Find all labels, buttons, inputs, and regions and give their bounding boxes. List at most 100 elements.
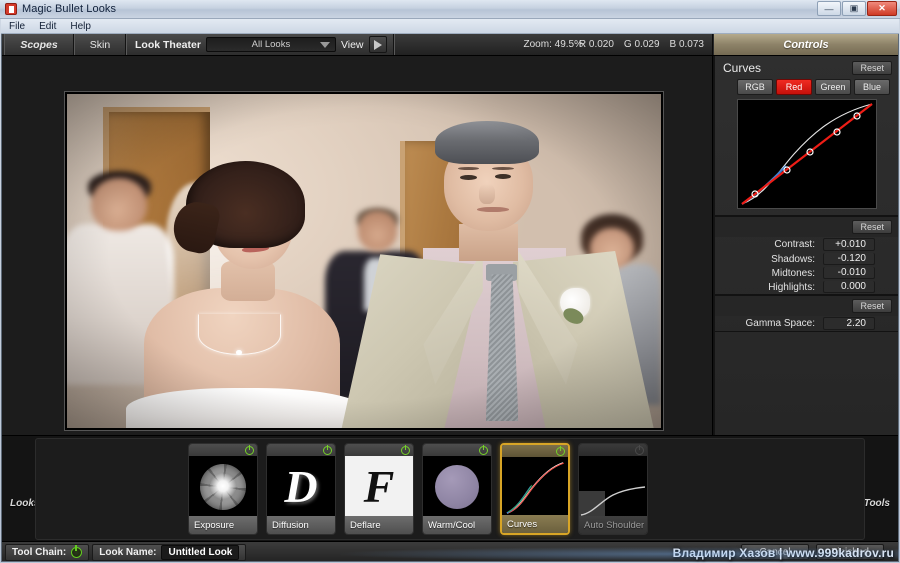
color-circle-icon bbox=[435, 465, 479, 509]
tool-tile-strip: Exposure Subject D bbox=[188, 443, 648, 553]
photo-bride-necklace bbox=[197, 314, 281, 356]
window-titlebar: Magic Bullet Looks — ▣ ✕ bbox=[0, 0, 900, 19]
tab-controls[interactable]: Controls bbox=[713, 34, 898, 55]
curve-editor[interactable] bbox=[736, 99, 877, 209]
preview-pane[interactable] bbox=[2, 56, 713, 435]
menu-bar: File Edit Help bbox=[1, 19, 899, 34]
tool-tile-curves[interactable]: Curves bbox=[500, 443, 570, 535]
power-icon[interactable] bbox=[556, 445, 565, 456]
param-midtones[interactable]: Midtones: -0.010 bbox=[715, 266, 898, 280]
letter-f-icon: F bbox=[363, 461, 395, 512]
param-midtones-value[interactable]: -0.010 bbox=[823, 267, 875, 279]
curve-path-red bbox=[740, 103, 873, 205]
window-controls: — ▣ ✕ bbox=[817, 1, 897, 16]
play-button[interactable] bbox=[368, 36, 387, 53]
tool-tile-warmcool-header bbox=[423, 444, 491, 456]
tool-tile-warmcool-wrap: Warm/Cool Camera bbox=[422, 443, 492, 553]
top-toolbar: Scopes Skin Look Theater All Looks View … bbox=[2, 34, 898, 56]
tool-tile-autoshoulder-thumb bbox=[579, 456, 647, 518]
levels-section: Reset Contrast: +0.010 Shadows: -0.120 M… bbox=[715, 216, 898, 295]
zoom-status-bar: Zoom: 49.5% R 0.020 G 0.029 B 0.073 bbox=[393, 34, 713, 55]
power-icon[interactable] bbox=[401, 444, 410, 455]
param-highlights-value[interactable]: 0.000 bbox=[823, 281, 875, 293]
tool-tile-deflare-label: Deflare bbox=[345, 516, 413, 534]
readout-r: R 0.020 bbox=[578, 39, 614, 50]
tool-tile-deflare[interactable]: F Deflare bbox=[344, 443, 414, 535]
tool-tile-deflare-thumb: F bbox=[345, 456, 413, 518]
photo-groom-brow-right bbox=[492, 166, 514, 170]
curve-editor-svg bbox=[740, 103, 873, 205]
aperture-icon bbox=[200, 464, 246, 510]
param-gamma-space-label: Gamma Space: bbox=[745, 318, 815, 329]
tool-tile-autoshoulder[interactable]: Auto Shoulder bbox=[578, 443, 648, 535]
power-icon[interactable] bbox=[479, 444, 488, 455]
controls-panel: Curves Reset RGB Red Green Blue Reset Co… bbox=[714, 56, 898, 435]
curves-reset-button[interactable]: Reset bbox=[852, 61, 892, 75]
letter-d-icon: D bbox=[284, 461, 318, 512]
shoulder-icon bbox=[579, 486, 646, 517]
tool-tile-deflare-header bbox=[345, 444, 413, 456]
param-gamma-space-value[interactable]: 2.20 bbox=[823, 317, 875, 330]
tool-tile-warmcool-label: Warm/Cool bbox=[423, 516, 491, 534]
photo-groom-boutonniere bbox=[560, 287, 590, 318]
watermark-text: Владимир Хазов | www.999kadrov.ru bbox=[672, 546, 894, 560]
tool-tile-autoshoulder-label: Auto Shoulder bbox=[579, 516, 647, 534]
tool-tile-curves-label: Curves bbox=[502, 515, 568, 533]
param-shadows-value[interactable]: -0.120 bbox=[823, 253, 875, 265]
param-highlights-label: Highlights: bbox=[768, 281, 815, 293]
power-icon[interactable] bbox=[245, 444, 254, 455]
zoom-label: Zoom: bbox=[523, 39, 552, 50]
gamma-reset-row: Reset bbox=[715, 295, 898, 316]
tool-tile-curves-header bbox=[502, 445, 568, 457]
tools-drawer-label[interactable]: Tools bbox=[864, 498, 890, 509]
param-contrast-value[interactable]: +0.010 bbox=[823, 238, 875, 251]
menu-item-edit[interactable]: Edit bbox=[39, 21, 56, 32]
readout-g: G 0.029 bbox=[623, 39, 660, 50]
channel-tab-blue[interactable]: Blue bbox=[854, 79, 890, 95]
tool-tile-diffusion-header bbox=[267, 444, 335, 456]
tab-scopes[interactable]: Scopes bbox=[4, 34, 74, 55]
application-body: Scopes Skin Look Theater All Looks View … bbox=[1, 34, 899, 562]
tool-tile-exposure-wrap: Exposure Subject bbox=[188, 443, 258, 553]
param-gamma-space[interactable]: Gamma Space: 2.20 bbox=[715, 316, 898, 331]
close-button[interactable]: ✕ bbox=[867, 1, 897, 16]
curves-header: Curves Reset bbox=[715, 56, 898, 78]
param-contrast[interactable]: Contrast: +0.010 bbox=[715, 237, 898, 252]
tab-skin[interactable]: Skin bbox=[74, 34, 126, 55]
gamma-reset-button[interactable]: Reset bbox=[852, 299, 892, 313]
look-theater-group: Look Theater All Looks View bbox=[126, 34, 394, 55]
param-contrast-label: Contrast: bbox=[774, 239, 815, 250]
curves-channel-tabs: RGB Red Green Blue bbox=[715, 78, 898, 99]
tool-tile-deflare-wrap: F Deflare Lens bbox=[344, 443, 414, 553]
preview-image bbox=[67, 94, 661, 428]
tool-tile-diffusion-wrap: D Diffusion Matte bbox=[266, 443, 336, 553]
channel-tab-green[interactable]: Green bbox=[815, 79, 851, 95]
power-icon[interactable] bbox=[323, 444, 332, 455]
photo-frame bbox=[64, 91, 664, 431]
param-shadows[interactable]: Shadows: -0.120 bbox=[715, 252, 898, 266]
view-label: View bbox=[340, 38, 364, 51]
levels-reset-button[interactable]: Reset bbox=[852, 220, 892, 234]
photo-bride-dress bbox=[126, 387, 364, 428]
tool-chain-track: Exposure Subject D bbox=[35, 438, 865, 552]
tool-tile-diffusion[interactable]: D Diffusion bbox=[266, 443, 336, 535]
tool-tile-exposure-header bbox=[189, 444, 257, 456]
param-highlights[interactable]: Highlights: 0.000 bbox=[715, 280, 898, 294]
tool-tile-exposure[interactable]: Exposure bbox=[188, 443, 258, 535]
menu-item-file[interactable]: File bbox=[9, 21, 25, 32]
menu-item-help[interactable]: Help bbox=[70, 21, 91, 32]
channel-tab-rgb[interactable]: RGB bbox=[737, 79, 773, 95]
maximize-button[interactable]: ▣ bbox=[842, 1, 866, 16]
channel-tab-red[interactable]: Red bbox=[776, 79, 812, 95]
rgb-readout: R 0.020 G 0.029 B 0.073 bbox=[579, 39, 704, 50]
photo-bg-person-left-head bbox=[90, 177, 148, 231]
look-filter-dropdown[interactable]: All Looks bbox=[205, 37, 336, 52]
param-shadows-label: Shadows: bbox=[771, 253, 815, 265]
tool-tile-autoshoulder-wrap: Auto Shoulder bbox=[578, 443, 648, 553]
gamma-section: Reset Gamma Space: 2.20 bbox=[715, 295, 898, 332]
curves-title: Curves bbox=[723, 61, 762, 75]
tool-chain-pane: Looks Tools Exposure D Diffusion F Defla… bbox=[2, 435, 898, 552]
power-icon[interactable] bbox=[635, 444, 644, 455]
minimize-button[interactable]: — bbox=[817, 1, 841, 16]
tool-tile-warmcool[interactable]: Warm/Cool bbox=[422, 443, 492, 535]
